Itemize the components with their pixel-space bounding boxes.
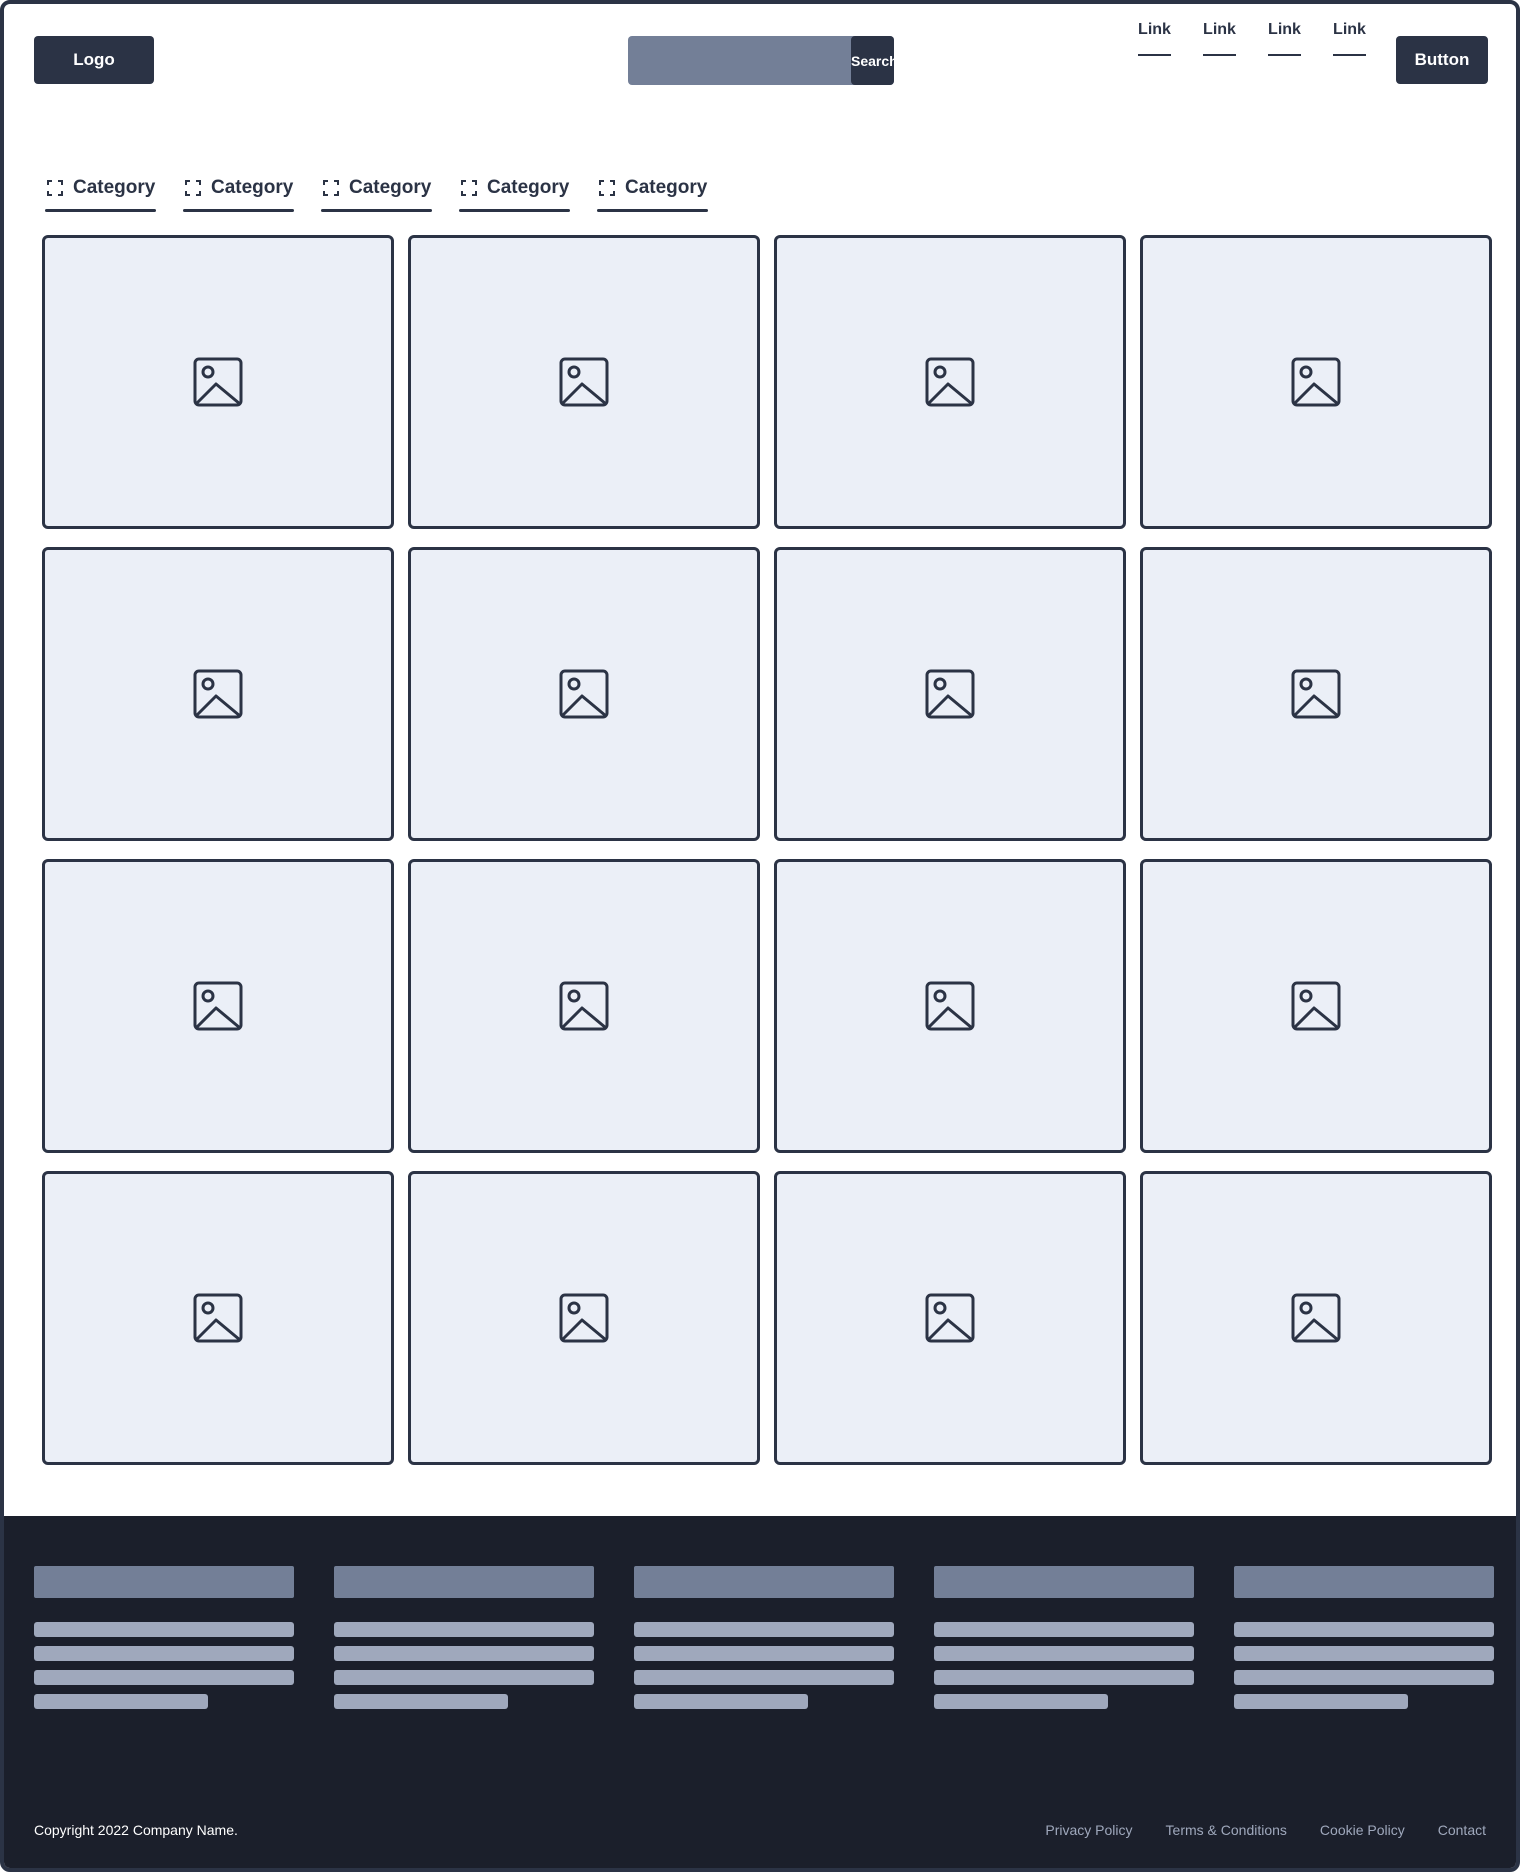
nav-link-4[interactable]: Link	[1333, 4, 1366, 56]
category-tab-label: Category	[487, 177, 570, 198]
image-card[interactable]	[1140, 547, 1492, 841]
nav-link-2[interactable]: Link	[1203, 4, 1236, 56]
image-icon	[193, 981, 243, 1031]
nav-link-3[interactable]: Link	[1268, 4, 1301, 56]
footer-heading-placeholder	[934, 1566, 1194, 1598]
footer-line-placeholder	[1234, 1694, 1408, 1709]
frame-icon	[47, 180, 63, 196]
image-card[interactable]	[408, 235, 760, 529]
nav-link-1[interactable]: Link	[1138, 4, 1171, 56]
footer-heading-placeholder	[334, 1566, 594, 1598]
frame-icon	[461, 180, 477, 196]
image-card[interactable]	[42, 859, 394, 1153]
footer-line-placeholder	[634, 1622, 894, 1637]
image-icon	[193, 357, 243, 407]
footer-line-placeholder	[34, 1670, 294, 1685]
footer-line-placeholder	[634, 1646, 894, 1661]
category-tab-4[interactable]: Category	[459, 164, 570, 212]
footer-line-placeholder	[1234, 1622, 1494, 1637]
header-button[interactable]: Button	[1396, 36, 1488, 84]
category-tab-label: Category	[349, 177, 432, 198]
category-tab-5[interactable]: Category	[597, 164, 708, 212]
page-frame: Logo Search Link Link Link Link Button C…	[0, 0, 1520, 1872]
category-tab-3[interactable]: Category	[321, 164, 432, 212]
image-card[interactable]	[774, 547, 1126, 841]
image-icon	[559, 669, 609, 719]
category-tab-1[interactable]: Category	[45, 164, 156, 212]
footer-line-placeholder	[634, 1670, 894, 1685]
footer-column	[634, 1566, 894, 1718]
image-card[interactable]	[774, 859, 1126, 1153]
image-card[interactable]	[774, 1171, 1126, 1465]
category-tab-label: Category	[625, 177, 708, 198]
image-card[interactable]	[42, 235, 394, 529]
privacy-policy-link[interactable]: Privacy Policy	[1045, 1822, 1132, 1838]
image-icon	[193, 1293, 243, 1343]
footer-column	[934, 1566, 1194, 1718]
footer-column	[1234, 1566, 1494, 1718]
footer-heading-placeholder	[634, 1566, 894, 1598]
category-tab-label: Category	[211, 177, 294, 198]
footer-line-placeholder	[334, 1670, 594, 1685]
category-tabs: Category Category Category Category Cate…	[4, 164, 1516, 212]
cookie-policy-link[interactable]: Cookie Policy	[1320, 1822, 1405, 1838]
copyright-text: Copyright 2022 Company Name.	[34, 1822, 238, 1838]
footer-line-placeholder	[334, 1694, 508, 1709]
footer-line-placeholder	[1234, 1646, 1494, 1661]
image-icon	[1291, 357, 1341, 407]
frame-icon	[185, 180, 201, 196]
image-icon	[559, 357, 609, 407]
image-icon	[1291, 1293, 1341, 1343]
category-tab-label: Category	[73, 177, 156, 198]
footer-line-placeholder	[634, 1694, 808, 1709]
site-header: Logo Search Link Link Link Link Button	[4, 4, 1516, 124]
category-tab-2[interactable]: Category	[183, 164, 294, 212]
image-card[interactable]	[408, 859, 760, 1153]
frame-icon	[323, 180, 339, 196]
image-card[interactable]	[42, 547, 394, 841]
footer-heading-placeholder	[34, 1566, 294, 1598]
image-card[interactable]	[408, 1171, 760, 1465]
image-gallery	[42, 235, 1492, 1465]
footer-line-placeholder	[34, 1622, 294, 1637]
frame-icon	[599, 180, 615, 196]
image-icon	[1291, 669, 1341, 719]
image-icon	[925, 669, 975, 719]
footer-line-placeholder	[334, 1622, 594, 1637]
footer-line-placeholder	[934, 1646, 1194, 1661]
search-bar: Search	[628, 36, 894, 85]
image-icon	[925, 357, 975, 407]
image-card[interactable]	[42, 1171, 394, 1465]
image-card[interactable]	[1140, 1171, 1492, 1465]
footer-heading-placeholder	[1234, 1566, 1494, 1598]
contact-link[interactable]: Contact	[1438, 1822, 1486, 1838]
footer-line-placeholder	[334, 1646, 594, 1661]
search-input[interactable]	[628, 36, 851, 85]
logo[interactable]: Logo	[34, 36, 154, 84]
image-icon	[193, 669, 243, 719]
image-card[interactable]	[774, 235, 1126, 529]
footer-line-placeholder	[934, 1670, 1194, 1685]
image-card[interactable]	[1140, 235, 1492, 529]
footer-column	[34, 1566, 294, 1718]
image-card[interactable]	[408, 547, 760, 841]
image-icon	[925, 981, 975, 1031]
image-icon	[925, 1293, 975, 1343]
footer-line-placeholder	[934, 1694, 1108, 1709]
image-icon	[559, 1293, 609, 1343]
footer-links: Privacy Policy Terms & Conditions Cookie…	[1045, 1822, 1486, 1838]
footer-line-placeholder	[34, 1646, 294, 1661]
footer-line-placeholder	[934, 1622, 1194, 1637]
image-card[interactable]	[1140, 859, 1492, 1153]
search-button[interactable]: Search	[851, 36, 894, 85]
image-icon	[1291, 981, 1341, 1031]
site-footer: Copyright 2022 Company Name. Privacy Pol…	[4, 1516, 1516, 1868]
footer-line-placeholder	[34, 1694, 208, 1709]
footer-columns	[34, 1566, 1494, 1718]
terms-link[interactable]: Terms & Conditions	[1166, 1822, 1287, 1838]
footer-column	[334, 1566, 594, 1718]
footer-line-placeholder	[1234, 1670, 1494, 1685]
image-icon	[559, 981, 609, 1031]
